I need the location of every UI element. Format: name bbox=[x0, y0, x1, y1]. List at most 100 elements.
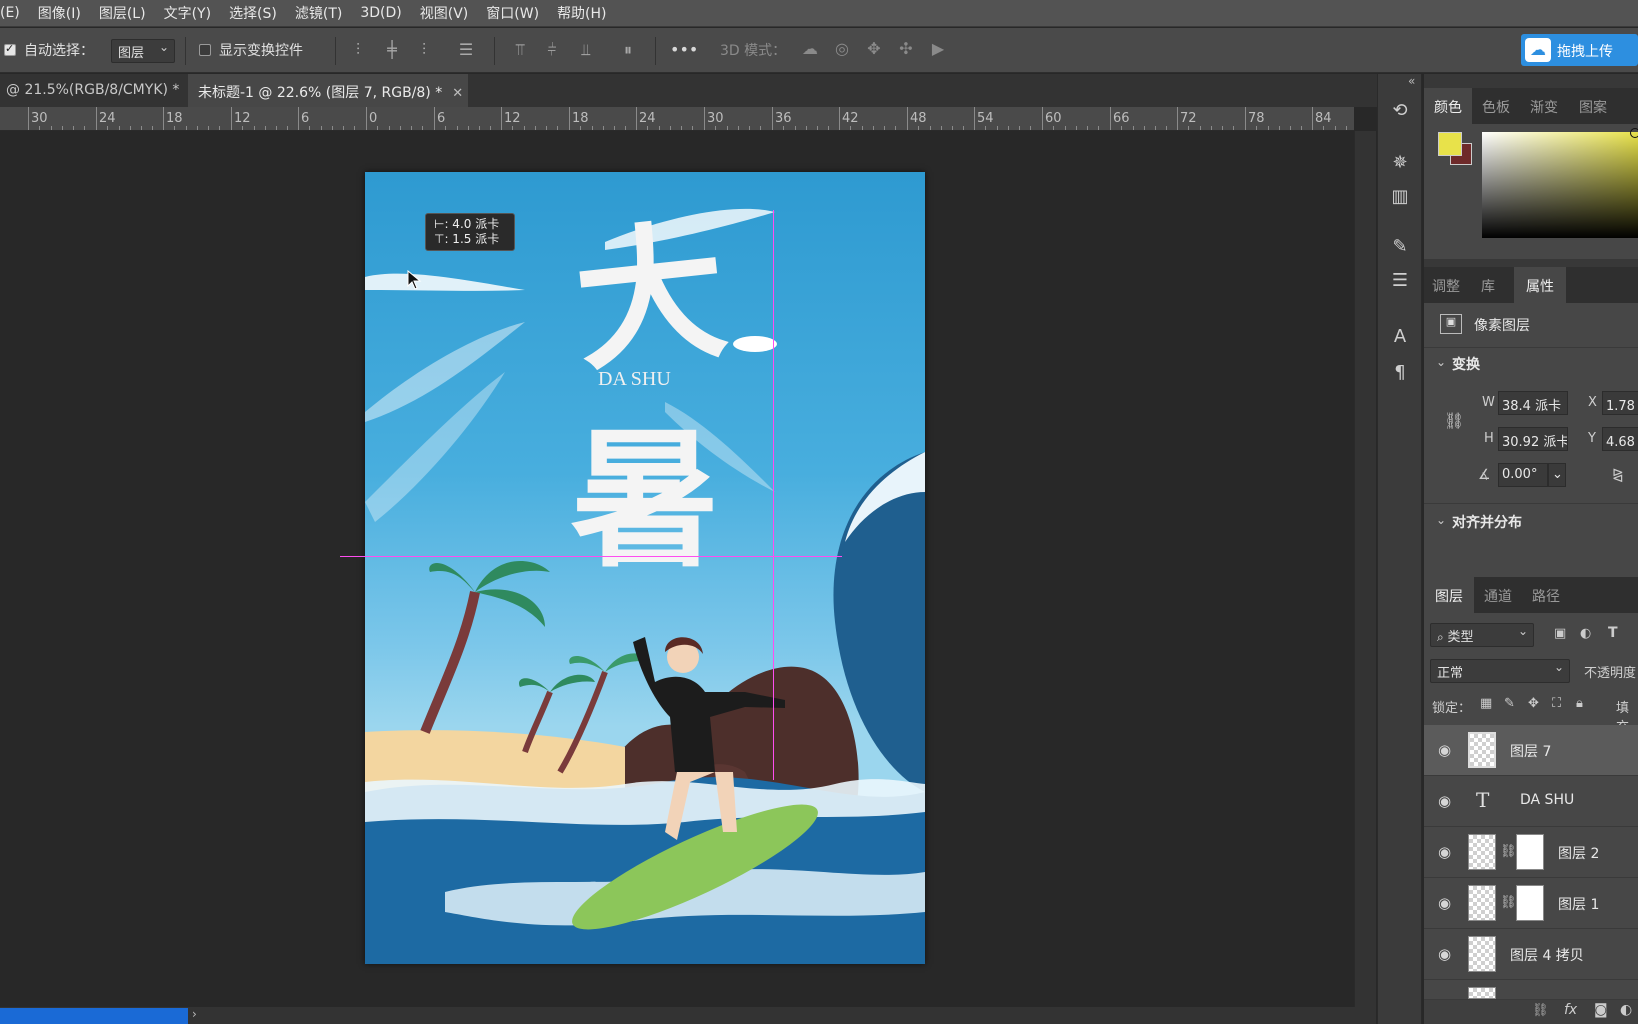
align-vcenter-icon[interactable]: ⫩ bbox=[542, 40, 562, 60]
vertical-guide[interactable] bbox=[773, 210, 774, 780]
lock-image-icon[interactable]: ✎ bbox=[1504, 696, 1515, 711]
3d-orbit-icon[interactable]: ☁ bbox=[798, 39, 822, 58]
tab-gradients[interactable]: 渐变 bbox=[1520, 88, 1568, 124]
align-hcenter-icon[interactable]: ╪ bbox=[382, 40, 402, 59]
menu-filter[interactable]: 滤镜(T) bbox=[286, 3, 351, 23]
3d-video-icon[interactable]: ▶ bbox=[926, 39, 950, 58]
auto-select-target-dropdown[interactable]: 图层 bbox=[111, 39, 175, 63]
character-icon[interactable]: A bbox=[1388, 326, 1412, 350]
tab-swatches[interactable]: 色板 bbox=[1472, 88, 1520, 124]
visibility-eye-icon[interactable]: ◉ bbox=[1438, 792, 1456, 810]
height-input[interactable]: 30.92 派卡 bbox=[1498, 427, 1568, 451]
upload-button[interactable]: ☁ 拖拽上传 bbox=[1521, 34, 1638, 66]
more-options-icon[interactable]: ••• bbox=[670, 40, 698, 59]
tab-document-1[interactable]: @ 21.5%(RGB/8/CMYK) *✕ bbox=[0, 74, 200, 107]
distribute-icon[interactable]: ☰ bbox=[456, 40, 476, 59]
layer-filter-dropdown[interactable]: ⌕ 类型 bbox=[1430, 623, 1534, 647]
distribute-vertical-icon[interactable]: ⏸ bbox=[618, 40, 638, 60]
tab-adjustments[interactable]: 调整 bbox=[1424, 267, 1468, 303]
width-input[interactable]: 38.4 派卡 bbox=[1498, 391, 1568, 415]
tab-properties[interactable]: 属性 bbox=[1514, 267, 1566, 303]
histogram-icon[interactable]: ▥ bbox=[1388, 186, 1412, 210]
layer-mask-thumbnail[interactable] bbox=[1516, 885, 1544, 921]
fx-icon[interactable]: fx bbox=[1564, 1002, 1577, 1018]
menu-image[interactable]: 图像(I) bbox=[29, 3, 90, 23]
menu-select[interactable]: 选择(S) bbox=[220, 3, 286, 23]
angle-input[interactable]: 0.00° bbox=[1498, 463, 1548, 487]
3d-pan-icon[interactable]: ✥ bbox=[862, 39, 886, 58]
menu-3d[interactable]: 3D(D) bbox=[351, 5, 410, 21]
visibility-eye-icon[interactable]: ◉ bbox=[1438, 741, 1456, 759]
adjustment-layer-icon[interactable]: ◐ bbox=[1620, 1002, 1632, 1018]
color-picker-handle[interactable] bbox=[1630, 128, 1638, 138]
layer-mask-thumbnail[interactable] bbox=[1516, 834, 1544, 870]
link-layers-icon[interactable]: ⛓ bbox=[1532, 1003, 1549, 1018]
close-icon[interactable]: ✕ bbox=[452, 86, 463, 101]
tab-patterns[interactable]: 图案 bbox=[1568, 88, 1618, 124]
lock-transparent-icon[interactable]: ▦ bbox=[1480, 696, 1492, 711]
angle-dropdown[interactable]: ⌄ bbox=[1548, 463, 1566, 487]
3d-roll-icon[interactable]: ◎ bbox=[830, 39, 854, 58]
vertical-scrollbar[interactable] bbox=[1354, 131, 1376, 1007]
menu-window[interactable]: 窗口(W) bbox=[477, 3, 548, 23]
filter-pixel-icon[interactable]: ▣ bbox=[1554, 626, 1566, 641]
navigator-icon[interactable]: ✵ bbox=[1388, 152, 1412, 176]
mask-link-icon[interactable]: ⛓ bbox=[1500, 844, 1517, 859]
link-dimensions-icon[interactable]: ⛓ bbox=[1444, 411, 1464, 430]
scrollbar-thumb[interactable] bbox=[0, 1008, 188, 1024]
blend-mode-dropdown[interactable]: 正常 bbox=[1430, 659, 1570, 683]
color-picker-field[interactable] bbox=[1482, 132, 1638, 238]
tab-paths[interactable]: 路径 bbox=[1522, 577, 1570, 613]
visibility-eye-icon[interactable]: ◉ bbox=[1438, 894, 1456, 912]
align-right-icon[interactable]: ⫶ bbox=[414, 40, 434, 60]
visibility-eye-icon[interactable]: ◉ bbox=[1438, 945, 1456, 963]
lock-position-icon[interactable]: ✥ bbox=[1528, 696, 1539, 711]
horizontal-guide[interactable] bbox=[340, 556, 842, 557]
chevron-down-icon[interactable]: ⌄ bbox=[1436, 355, 1446, 369]
tab-libraries[interactable]: 库 bbox=[1468, 267, 1508, 303]
foreground-color-swatch[interactable] bbox=[1438, 132, 1462, 156]
document-canvas[interactable]: 大 DA SHU 暑 bbox=[365, 172, 925, 964]
mask-link-icon[interactable]: ⛓ bbox=[1500, 895, 1517, 910]
menu-help[interactable]: 帮助(H) bbox=[548, 3, 615, 23]
collapse-panels-icon[interactable]: « bbox=[1408, 74, 1415, 88]
align-left-icon[interactable]: ⫶ bbox=[348, 40, 368, 60]
layer-row[interactable]: ◉ 图层 7 bbox=[1424, 725, 1638, 776]
menu-type[interactable]: 文字(Y) bbox=[155, 3, 220, 23]
layer-row[interactable] bbox=[1424, 980, 1638, 1000]
flip-horizontal-icon[interactable]: ⧎ bbox=[1612, 467, 1624, 483]
chevron-right-icon[interactable]: › bbox=[192, 1007, 197, 1021]
horizontal-ruler[interactable]: 30 24 18 12 6 0 6 12 18 24 30 36 42 48 54 60 66 72 78 84 bbox=[0, 107, 1354, 131]
history-icon[interactable]: ⟲ bbox=[1388, 100, 1412, 124]
layer-row[interactable]: ◉ ⛓ 图层 1 bbox=[1424, 878, 1638, 929]
visibility-eye-icon[interactable]: ◉ bbox=[1438, 843, 1456, 861]
menu-view[interactable]: 视图(V) bbox=[411, 3, 478, 23]
chevron-down-icon[interactable]: ⌄ bbox=[1436, 513, 1446, 527]
align-bottom-icon[interactable]: ⫫ bbox=[576, 40, 596, 60]
layer-row[interactable]: ◉ ⛓ 图层 2 bbox=[1424, 827, 1638, 878]
y-input[interactable]: 4.68 派 bbox=[1602, 427, 1638, 451]
paragraph-icon[interactable]: ¶ bbox=[1388, 362, 1412, 386]
tab-layers[interactable]: 图层 bbox=[1424, 577, 1474, 613]
layer-row[interactable]: ◉ 图层 4 拷贝 bbox=[1424, 929, 1638, 980]
brush-presets-icon[interactable]: ☰ bbox=[1388, 270, 1412, 294]
auto-select-checkbox[interactable] bbox=[4, 42, 16, 56]
lock-artboard-icon[interactable]: ⛶ bbox=[1552, 696, 1561, 711]
lock-all-icon[interactable]: 🔒︎ bbox=[1576, 696, 1583, 711]
filter-type-icon[interactable]: T bbox=[1608, 625, 1618, 641]
x-input[interactable]: 1.78 派 bbox=[1602, 391, 1638, 415]
tab-channels[interactable]: 通道 bbox=[1474, 577, 1522, 613]
menu-edit[interactable]: (E) bbox=[0, 5, 29, 21]
align-top-icon[interactable]: ⫪ bbox=[510, 40, 530, 60]
3d-slide-icon[interactable]: ✣ bbox=[894, 39, 918, 58]
horizontal-scrollbar[interactable]: › bbox=[0, 1007, 1376, 1024]
transform-section-title[interactable]: 变换 bbox=[1452, 354, 1480, 374]
filter-adjustment-icon[interactable]: ◐ bbox=[1580, 626, 1591, 641]
align-distribute-section-title[interactable]: 对齐并分布 bbox=[1452, 512, 1522, 532]
add-mask-icon[interactable]: ◙ bbox=[1594, 1002, 1608, 1018]
tab-document-2[interactable]: 未标题-1 @ 22.6% (图层 7, RGB/8) * ✕ bbox=[188, 74, 468, 107]
show-transform-checkbox[interactable] bbox=[199, 44, 211, 56]
tab-color[interactable]: 颜色 bbox=[1424, 88, 1472, 124]
menu-layer[interactable]: 图层(L) bbox=[90, 3, 155, 23]
layer-row[interactable]: ◉ T DA SHU bbox=[1424, 776, 1638, 827]
